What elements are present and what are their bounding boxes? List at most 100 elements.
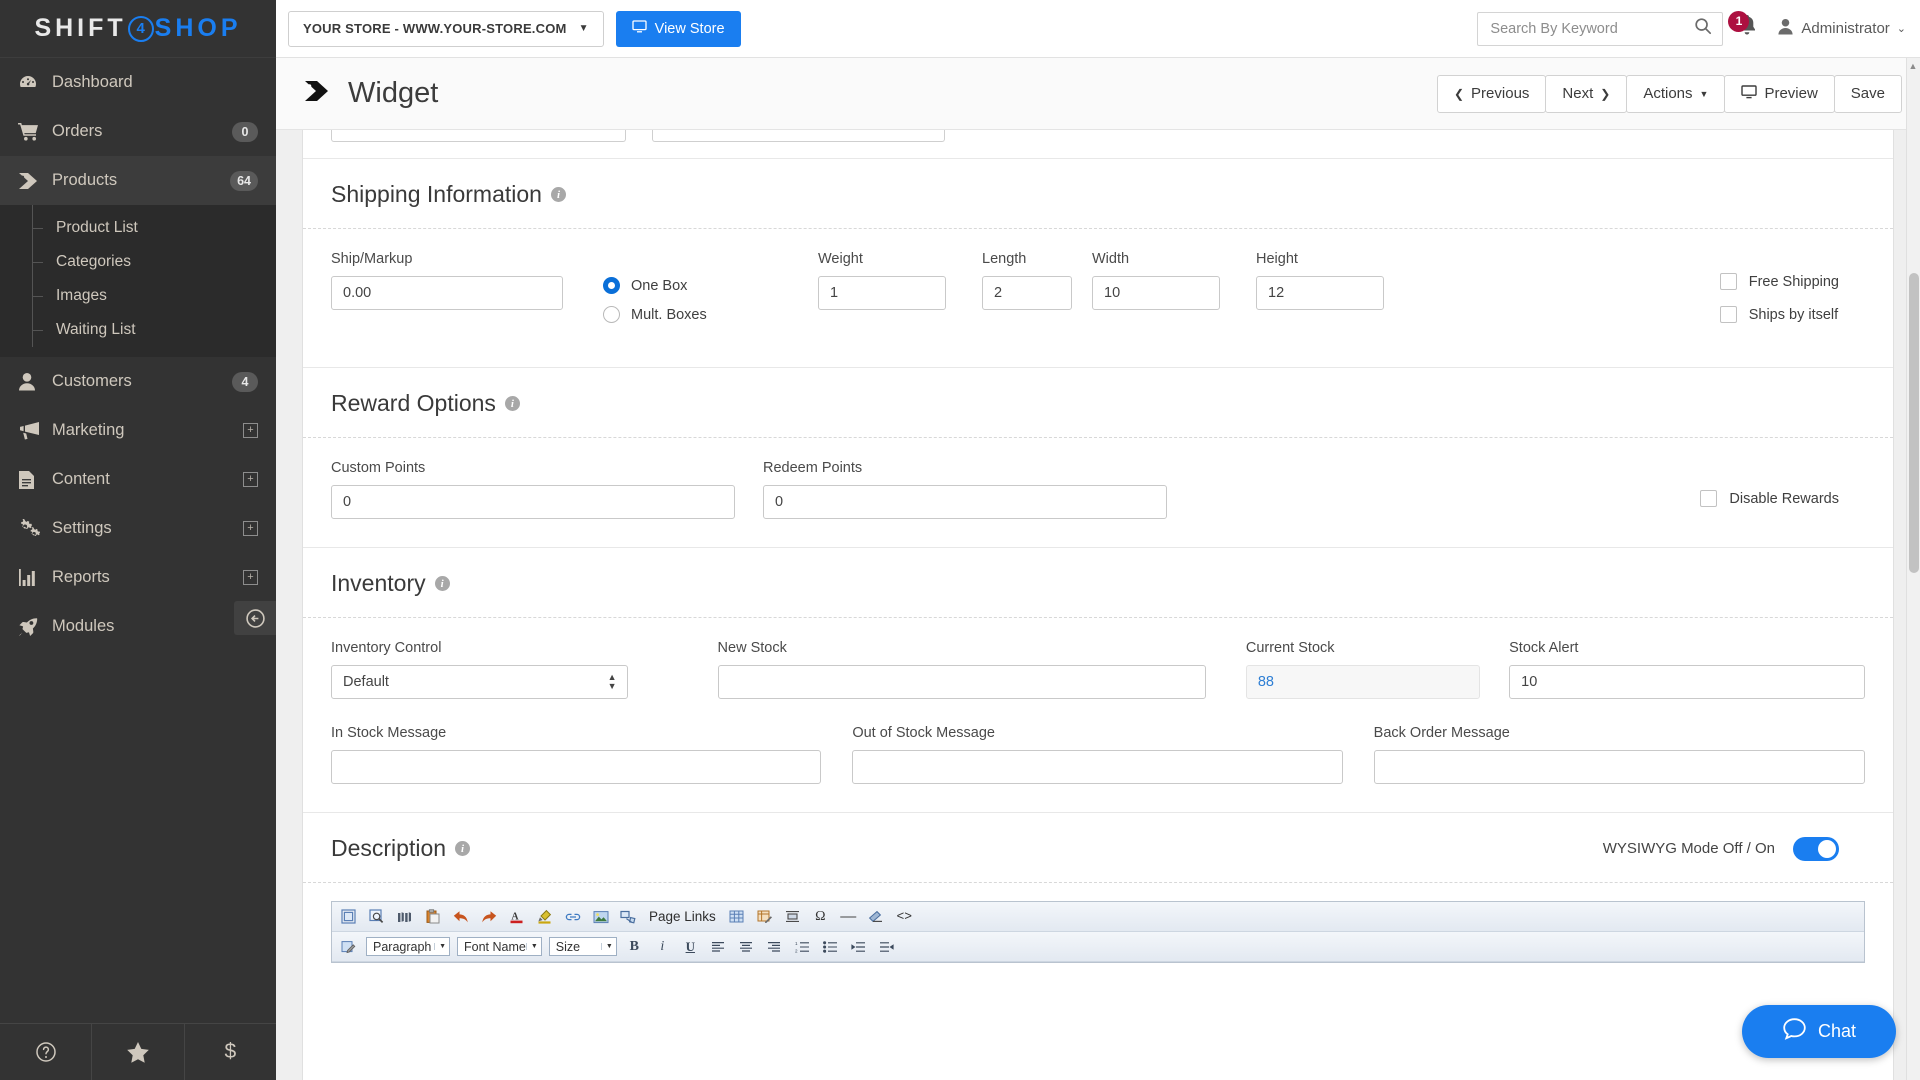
image-icon[interactable]	[590, 906, 611, 927]
sidebar-collapse-button[interactable]	[234, 601, 276, 635]
weight-input[interactable]	[818, 276, 946, 310]
italic-icon[interactable]: i	[652, 936, 673, 957]
horizontal-align-icon[interactable]	[782, 906, 803, 927]
scrollbar-thumb[interactable]	[1909, 273, 1919, 573]
outdent-icon[interactable]	[876, 936, 897, 957]
expand-plus-icon[interactable]: +	[243, 521, 258, 536]
disable-rewards-row[interactable]: Disable Rewards	[1700, 490, 1839, 507]
undo-icon[interactable]	[450, 906, 471, 927]
unordered-list-icon[interactable]	[820, 936, 841, 957]
bold-icon[interactable]: B	[624, 936, 645, 957]
insert-link-icon[interactable]	[618, 906, 639, 927]
out-of-stock-message-input[interactable]	[852, 750, 1343, 784]
special-character-icon[interactable]: Ω	[810, 906, 831, 927]
edit-mode-icon[interactable]	[338, 936, 359, 957]
sidebar-item-waiting-list[interactable]: Waiting List	[0, 313, 276, 347]
height-input[interactable]	[1256, 276, 1384, 310]
ship-markup-input[interactable]	[331, 276, 563, 310]
star-icon[interactable]	[92, 1024, 185, 1080]
width-input[interactable]	[1092, 276, 1220, 310]
sidebar-item-settings[interactable]: Settings +	[0, 504, 276, 553]
info-icon[interactable]: i	[504, 396, 520, 411]
custom-points-input[interactable]	[331, 485, 735, 519]
disable-rewards-checkbox[interactable]	[1700, 490, 1718, 507]
dollar-icon[interactable]: $	[185, 1024, 276, 1080]
info-icon[interactable]: i	[434, 576, 450, 591]
indent-icon[interactable]	[848, 936, 869, 957]
inventory-control-select[interactable]	[331, 665, 628, 699]
font-size-select[interactable]: Size ▼	[548, 937, 617, 956]
font-color-icon[interactable]: A	[506, 906, 527, 927]
paste-icon[interactable]	[422, 906, 443, 927]
fullscreen-icon[interactable]	[338, 906, 359, 927]
sidebar-item-reports[interactable]: Reports +	[0, 553, 276, 602]
brand-logo[interactable]: SHIFT 4 SHOP	[0, 0, 276, 58]
free-shipping-checkbox[interactable]	[1719, 273, 1737, 290]
mult-boxes-radio[interactable]	[603, 306, 620, 323]
stock-alert-input[interactable]	[1509, 665, 1865, 699]
notifications-bell[interactable]: 1	[1728, 10, 1763, 44]
help-circle-icon[interactable]	[0, 1024, 93, 1080]
back-order-message-input[interactable]	[1373, 750, 1865, 784]
paragraph-format-select[interactable]: Paragraph ▼	[366, 937, 450, 956]
expand-plus-icon[interactable]: +	[243, 472, 258, 487]
table-edit-icon[interactable]	[754, 906, 775, 927]
mult-boxes-option[interactable]: Mult. Boxes	[603, 306, 818, 323]
sidebar-item-customers[interactable]: Customers 4	[0, 357, 276, 406]
redeem-points-input[interactable]	[763, 485, 1167, 519]
sidebar-item-images[interactable]: Images	[0, 279, 276, 313]
search-box[interactable]	[1477, 11, 1724, 46]
scroll-up-arrow-icon[interactable]: ▲	[1908, 61, 1918, 71]
page-links-label[interactable]: Page Links	[646, 909, 719, 924]
align-right-icon[interactable]	[764, 936, 785, 957]
page-scrollbar[interactable]: ▲	[1906, 58, 1920, 1080]
source-code-icon[interactable]: <>	[894, 906, 915, 927]
sidebar-item-products[interactable]: Products 64	[0, 156, 276, 205]
info-icon[interactable]: i	[550, 187, 566, 202]
preview-button[interactable]: Preview	[1724, 74, 1835, 113]
horizontal-rule-icon[interactable]: —	[838, 906, 859, 927]
find-replace-icon[interactable]	[394, 906, 415, 927]
align-left-icon[interactable]	[708, 936, 729, 957]
sidebar-item-categories[interactable]: Categories	[0, 245, 276, 279]
previous-button[interactable]: ❮ Previous	[1436, 74, 1547, 113]
actions-dropdown-button[interactable]: Actions ▼	[1626, 74, 1726, 113]
align-center-icon[interactable]	[736, 936, 757, 957]
ordered-list-icon[interactable]: 12	[792, 936, 813, 957]
eraser-icon[interactable]	[866, 906, 887, 927]
table-icon[interactable]	[726, 906, 747, 927]
wysiwyg-mode-toggle[interactable]	[1793, 836, 1839, 861]
save-button[interactable]: Save	[1833, 74, 1902, 113]
inventory-control-select-wrap[interactable]: ▲▼	[331, 665, 628, 699]
preview-search-icon[interactable]	[366, 906, 387, 927]
sidebar-item-content[interactable]: Content +	[0, 455, 276, 504]
ships-by-itself-row[interactable]: Ships by itself	[1719, 306, 1839, 323]
dashboard-icon	[18, 73, 52, 93]
sidebar-item-product-list[interactable]: Product List	[0, 211, 276, 245]
view-store-button[interactable]: View Store	[615, 10, 741, 47]
chat-button[interactable]: Chat	[1742, 1005, 1896, 1058]
expand-plus-icon[interactable]: +	[243, 570, 258, 585]
in-stock-message-input[interactable]	[331, 750, 822, 784]
free-shipping-row[interactable]: Free Shipping	[1719, 273, 1839, 290]
next-button[interactable]: Next ❯	[1545, 74, 1628, 113]
search-input[interactable]	[1490, 20, 1695, 37]
link-icon[interactable]	[562, 906, 583, 927]
info-icon[interactable]: i	[455, 841, 471, 856]
redo-icon[interactable]	[478, 906, 499, 927]
user-menu[interactable]: Administrator ⌄	[1777, 18, 1906, 39]
expand-plus-icon[interactable]: +	[243, 423, 258, 438]
underline-icon[interactable]: U	[680, 936, 701, 957]
one-box-option[interactable]: One Box	[603, 277, 818, 294]
search-icon[interactable]	[1694, 17, 1712, 40]
highlight-color-icon[interactable]	[534, 906, 555, 927]
ships-by-itself-checkbox[interactable]	[1719, 306, 1737, 323]
store-selector-dropdown[interactable]: YOUR STORE - WWW.YOUR-STORE.COM ▼	[288, 10, 604, 47]
sidebar-item-orders[interactable]: Orders 0	[0, 107, 276, 156]
new-stock-input[interactable]	[717, 665, 1206, 699]
sidebar-item-marketing[interactable]: Marketing +	[0, 406, 276, 455]
font-name-select[interactable]: Font Name ▼	[457, 937, 542, 956]
sidebar-item-dashboard[interactable]: Dashboard	[0, 58, 276, 107]
one-box-radio[interactable]	[603, 277, 620, 294]
length-input[interactable]	[982, 276, 1072, 310]
